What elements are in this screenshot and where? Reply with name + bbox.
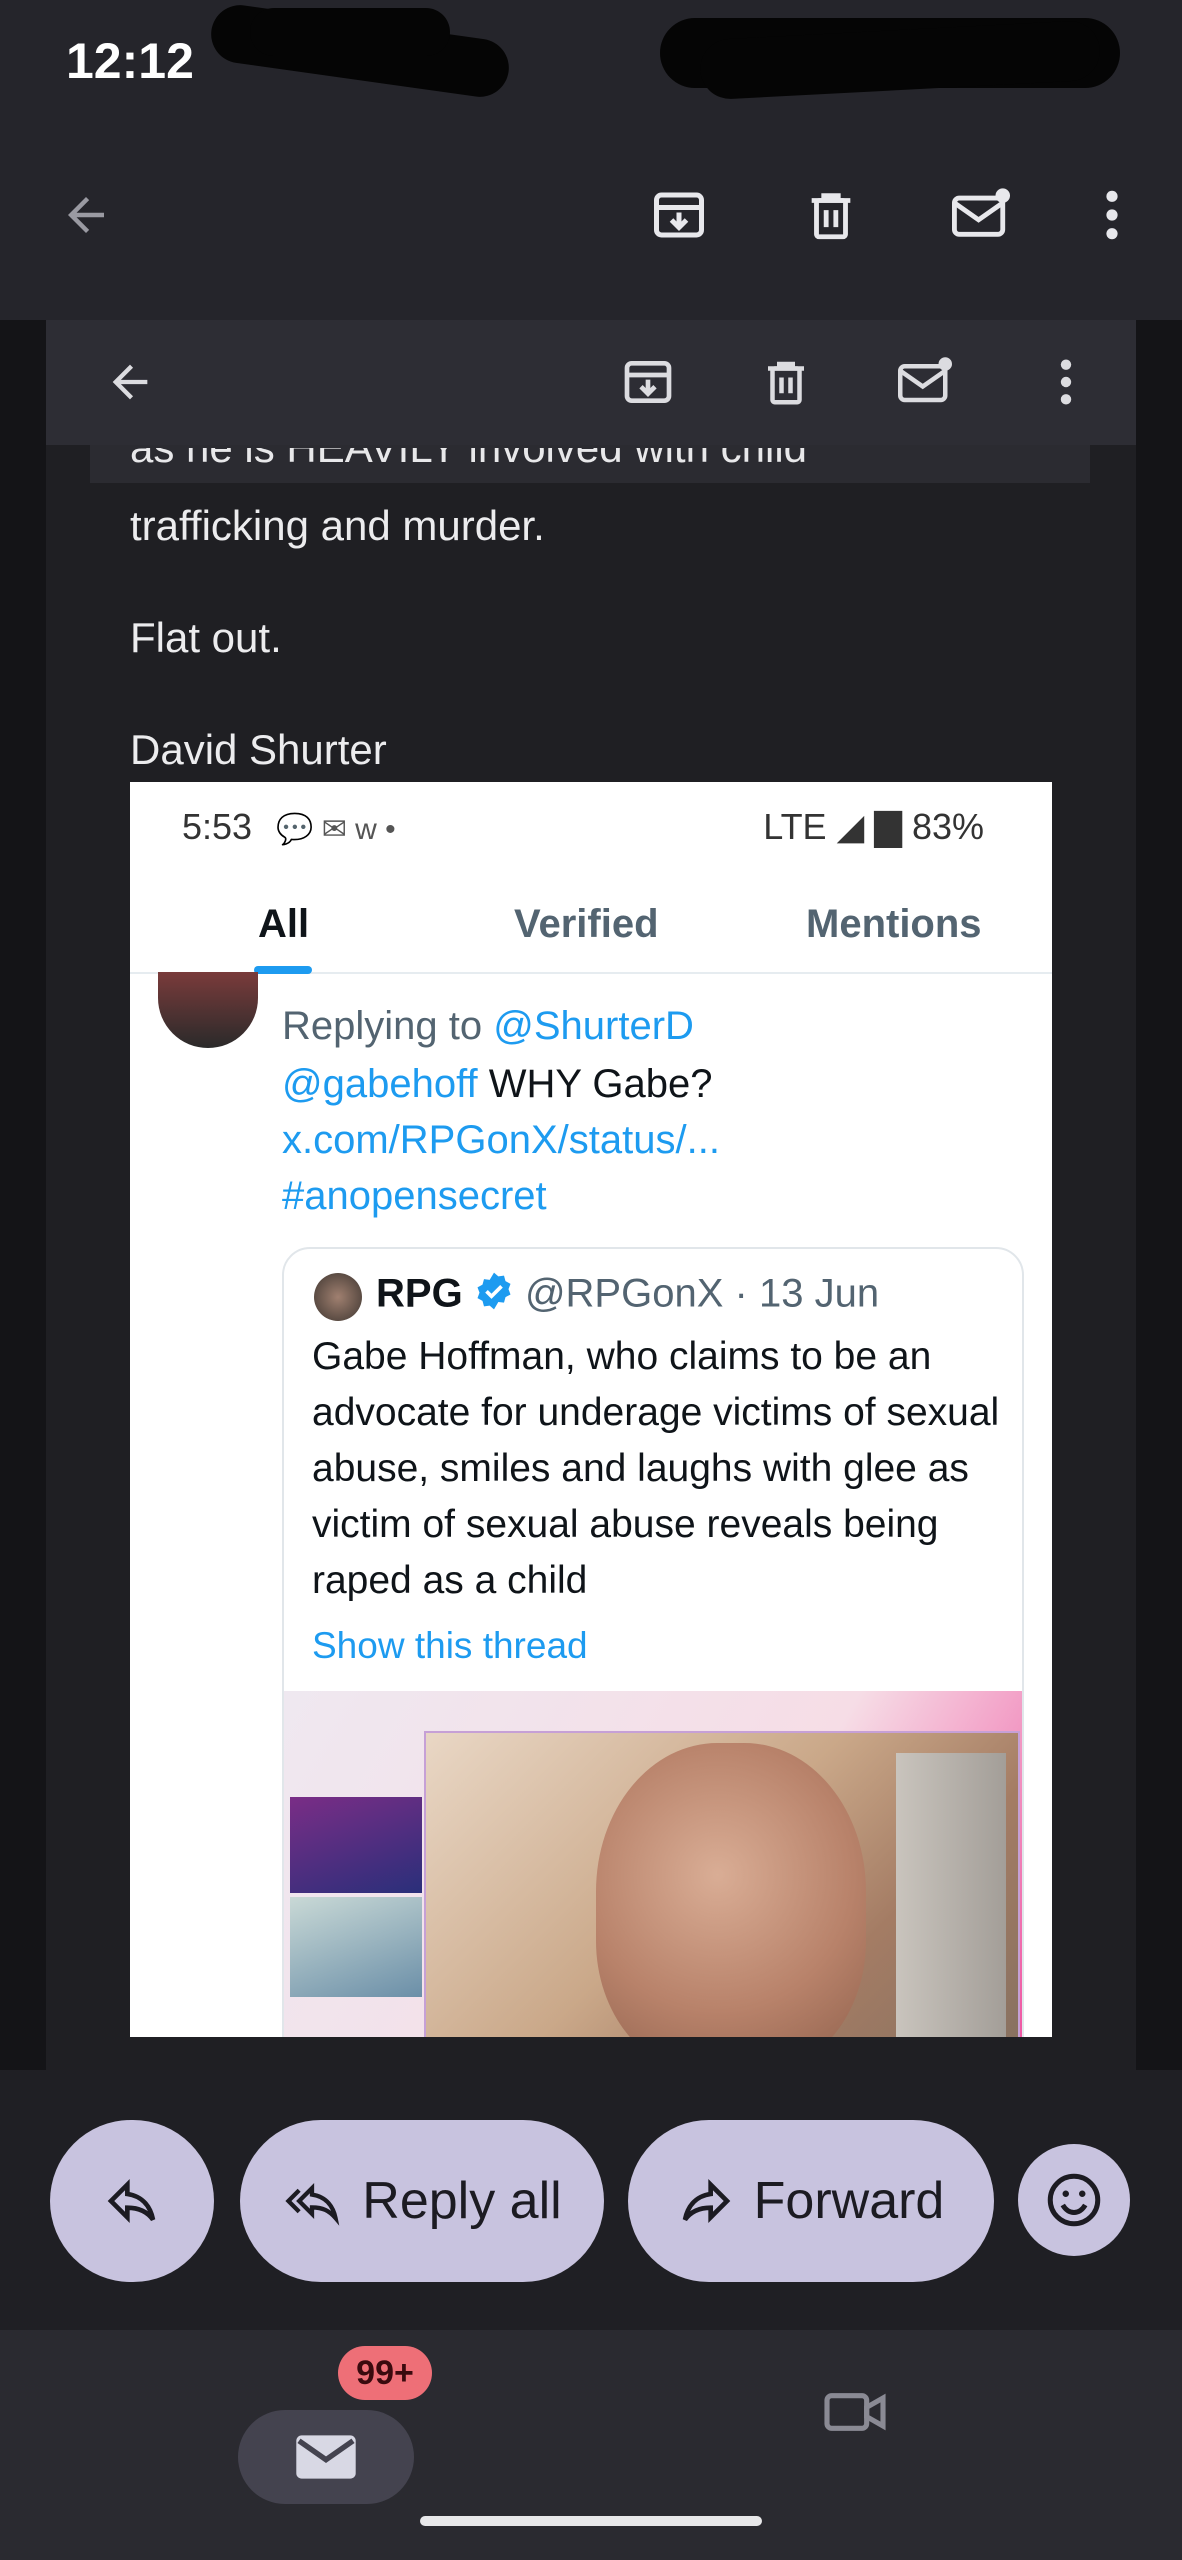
video-main-frame <box>424 1731 1020 2037</box>
embedded-tab-all: All <box>258 902 310 946</box>
replying-to-prefix: Replying to <box>282 1004 494 1048</box>
embedded-tweet-screenshot[interactable]: 5:53 💬 ✉ w • LTE ◢ ▇ 83% All Verified Me… <box>130 782 1052 2037</box>
embedded-reply-avatar <box>158 972 258 1048</box>
emoji-icon <box>1047 2173 1101 2227</box>
gmail-email-view: 12:12 trafficking and murder. Flat out. … <box>0 0 1182 2560</box>
reply-mention: @gabehoff <box>282 1062 478 1106</box>
forward-icon <box>682 2179 730 2223</box>
quoted-tweet-card: RPG @RPGonX · 13 Jun Gabe Hoffman, who c… <box>282 1247 1024 2037</box>
email-signature: David Shurter <box>130 726 387 773</box>
emoji-reaction-button[interactable] <box>1018 2144 1130 2256</box>
embedded-tab-mentions: Mentions <box>806 902 982 946</box>
home-gesture-bar[interactable] <box>420 2516 762 2526</box>
email-actions-bar: Reply all Forward <box>0 2070 1182 2330</box>
replying-to-handle: @ShurterD <box>493 1004 694 1048</box>
quoted-tweet-name: RPG <box>376 1271 463 1316</box>
reply-hashtag: #anopensecret <box>282 1174 547 1218</box>
video-participant-thumbnail <box>290 1897 422 1997</box>
more-vert-icon[interactable] <box>1090 184 1134 246</box>
show-thread-link: Show this thread <box>312 1625 588 1666</box>
archive-icon[interactable] <box>648 184 710 246</box>
status-time: 12:12 <box>66 33 194 89</box>
embedded-toolbar-image <box>46 320 1136 445</box>
redaction-mark <box>250 8 450 56</box>
reply-button[interactable] <box>50 2120 214 2282</box>
email-toolbar <box>0 120 1182 320</box>
email-clipped-text: as he is HEAVILY involved with child <box>130 448 910 488</box>
email-line: Flat out. <box>130 614 282 661</box>
clipped-line-text: as he is HEAVILY involved with child <box>130 448 910 472</box>
nav-meet-button[interactable] <box>822 2384 888 2445</box>
nav-mail-button[interactable] <box>238 2410 414 2504</box>
quoted-tweet-avatar <box>314 1273 362 1321</box>
embedded-status-icons: 💬 ✉ w • <box>276 813 396 846</box>
embedded-status-bar: 5:53 💬 ✉ w • LTE ◢ ▇ 83% <box>130 782 1052 872</box>
reply-text-line: @gabehoff WHY Gabe? <box>282 1062 713 1107</box>
reply-link: x.com/RPGonX/status/... <box>282 1118 720 1162</box>
verified-badge-icon <box>474 1271 514 1321</box>
embedded-tab-verified: Verified <box>514 902 659 946</box>
embedded-tab-bar: All Verified Mentions <box>130 882 1052 974</box>
mail-unread-icon[interactable] <box>946 184 1016 246</box>
quoted-tweet-handle: @RPGonX <box>524 1271 724 1316</box>
mail-unread-badge: 99+ <box>338 2346 432 2400</box>
quoted-tweet-text: Gabe Hoffman, who claims to be an advoca… <box>312 1335 1000 1602</box>
reply-all-icon <box>285 2182 340 2226</box>
email-line: trafficking and murder. <box>130 502 545 549</box>
quoted-tweet-date: · 13 Jun <box>734 1271 880 1316</box>
quoted-tweet-header: RPG @RPGonX · 13 Jun <box>376 1271 879 1321</box>
embedded-more-vert-icon <box>1046 352 1086 412</box>
back-arrow-icon[interactable] <box>56 185 116 245</box>
embedded-status-right: LTE ◢ ▇ 83% <box>763 806 984 847</box>
embedded-mail-unread-icon <box>892 352 958 412</box>
forward-label: Forward <box>753 2172 945 2230</box>
reply-all-label: Reply all <box>362 2172 562 2230</box>
mail-icon <box>296 2435 356 2479</box>
embedded-trash-icon <box>756 352 816 412</box>
status-bar: 12:12 <box>0 0 1182 120</box>
forward-button[interactable]: Forward <box>628 2120 994 2282</box>
video-participant-face <box>596 1743 866 2037</box>
embedded-back-arrow-icon <box>100 352 160 412</box>
reply-text: WHY Gabe? <box>477 1062 713 1106</box>
trash-icon[interactable] <box>800 184 862 246</box>
reply-icon <box>107 2179 156 2223</box>
embedded-archive-icon <box>618 352 678 412</box>
video-participant-thumbnail <box>290 1797 422 1893</box>
embedded-tab-underline <box>254 966 312 974</box>
quoted-tweet-video-thumbnail <box>284 1691 1022 2037</box>
replying-to-line: Replying to @ShurterD <box>282 1004 694 1049</box>
reply-all-button[interactable]: Reply all <box>240 2120 604 2282</box>
video-icon <box>824 2393 886 2431</box>
embedded-status-time: 5:53 <box>182 806 253 847</box>
video-background-door <box>896 1753 1006 2037</box>
